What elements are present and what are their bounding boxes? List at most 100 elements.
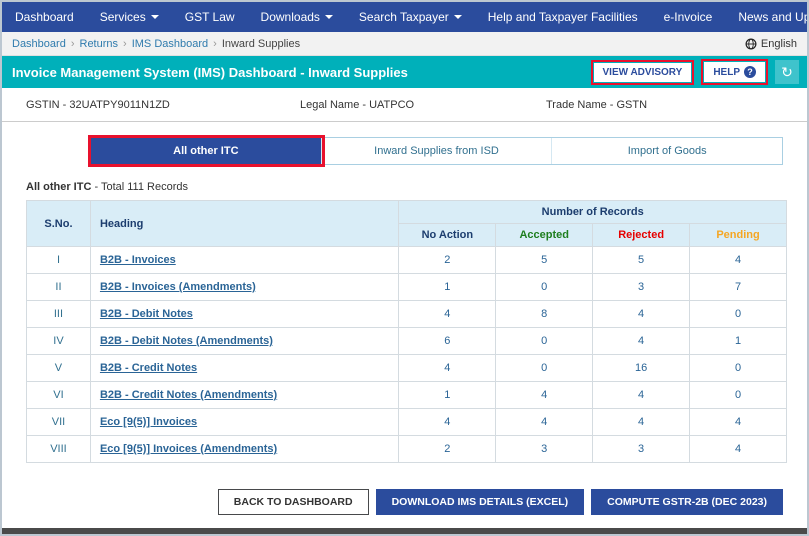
count-link-no-action[interactable]: 4 [444, 416, 450, 428]
count-link-accepted[interactable]: 0 [541, 335, 547, 347]
row-heading-link[interactable]: B2B - Debit Notes (Amendments) [100, 335, 273, 347]
count-link-no-action[interactable]: 4 [444, 362, 450, 374]
count-link-rejected[interactable]: 3 [638, 281, 644, 293]
question-mark-icon: ? [744, 66, 756, 78]
count-link-no-action[interactable]: 1 [444, 389, 450, 401]
count-link-no-action[interactable]: 1 [444, 281, 450, 293]
row-heading-link[interactable]: B2B - Debit Notes [100, 308, 193, 320]
row-count-cell: 4 [592, 327, 691, 355]
breadcrumb-separator: › [213, 37, 217, 50]
column-header-pending: Pending [689, 223, 787, 247]
nav-item-e-invoice[interactable]: e-Invoice [651, 2, 726, 32]
count-link-no-action[interactable]: 2 [444, 254, 450, 266]
breadcrumb-separator: › [123, 37, 127, 50]
count-link-pending[interactable]: 7 [735, 281, 741, 293]
count-link-pending[interactable]: 4 [735, 416, 741, 428]
nav-item-label: Services [99, 10, 146, 24]
nav-item-dashboard[interactable]: Dashboard [2, 2, 87, 32]
breadcrumb-current: Inward Supplies [221, 37, 301, 50]
view-advisory-button[interactable]: VIEW ADVISORY [593, 62, 692, 82]
breadcrumb-ims-dashboard[interactable]: IMS Dashboard [132, 38, 208, 50]
taxpayer-info-row: GSTIN - 32UATPY9011N1ZD Legal Name - UAT… [2, 88, 807, 122]
count-link-no-action[interactable]: 2 [444, 443, 450, 455]
row-heading: B2B - Credit Notes [89, 354, 400, 382]
row-heading-link[interactable]: B2B - Credit Notes [100, 362, 197, 374]
help-button-label: HELP [713, 66, 740, 78]
count-link-rejected[interactable]: 4 [638, 308, 644, 320]
breadcrumb: Dashboard › Returns › IMS Dashboard › In… [2, 32, 807, 56]
count-link-pending[interactable]: 0 [735, 362, 741, 374]
column-header-rejected: Rejected [592, 223, 691, 247]
row-count-cell: 4 [689, 408, 787, 436]
row-count-cell: 3 [592, 273, 691, 301]
row-count-cell: 4 [398, 354, 497, 382]
table-row: VI B2B - Credit Notes (Amendments) 1 4 4 0 [26, 381, 787, 409]
nav-item-downloads[interactable]: Downloads [248, 2, 346, 32]
ims-dashboard-page: Dashboard Services GST Law Downloads Sea… [0, 0, 809, 536]
trade-name-value: Trade Name - GSTN [546, 99, 648, 111]
row-count-cell: 4 [495, 408, 594, 436]
row-heading-link[interactable]: B2B - Invoices (Amendments) [100, 281, 256, 293]
caret-down-icon [453, 15, 462, 19]
row-count-cell: 6 [398, 327, 497, 355]
count-link-accepted[interactable]: 4 [541, 389, 547, 401]
row-heading-link[interactable]: B2B - Credit Notes (Amendments) [100, 389, 277, 401]
row-sno: I [26, 246, 91, 274]
breadcrumb-returns[interactable]: Returns [80, 38, 119, 50]
nav-item-services[interactable]: Services [87, 2, 172, 32]
count-link-rejected[interactable]: 4 [638, 416, 644, 428]
row-heading: B2B - Credit Notes (Amendments) [89, 381, 400, 409]
nav-item-search-taxpayer[interactable]: Search Taxpayer [346, 2, 475, 32]
count-link-accepted[interactable]: 0 [541, 362, 547, 374]
count-link-pending[interactable]: 4 [735, 443, 741, 455]
tab-all-other-itc[interactable]: All other ITC [91, 138, 322, 164]
count-link-pending[interactable]: 4 [735, 254, 741, 266]
nav-item-label: Search Taxpayer [358, 10, 449, 24]
count-link-accepted[interactable]: 8 [541, 308, 547, 320]
row-sno: IV [26, 327, 91, 355]
caret-down-icon [324, 15, 333, 19]
row-heading: B2B - Invoices (Amendments) [89, 273, 400, 301]
count-link-no-action[interactable]: 4 [444, 308, 450, 320]
count-link-accepted[interactable]: 4 [541, 416, 547, 428]
row-heading: B2B - Debit Notes [89, 300, 400, 328]
compute-gstr2b-button[interactable]: COMPUTE GSTR-2B (DEC 2023) [591, 489, 783, 515]
tab-import-of-goods[interactable]: Import of Goods [552, 138, 783, 164]
row-count-cell: 0 [495, 273, 594, 301]
row-sno: VIII [26, 435, 91, 463]
count-link-pending[interactable]: 0 [735, 389, 741, 401]
count-link-accepted[interactable]: 3 [541, 443, 547, 455]
refresh-button[interactable]: ↻ [775, 60, 799, 84]
count-link-rejected[interactable]: 3 [638, 443, 644, 455]
back-to-dashboard-button[interactable]: BACK TO DASHBOARD [217, 489, 369, 515]
count-link-no-action[interactable]: 6 [444, 335, 450, 347]
count-link-pending[interactable]: 0 [735, 308, 741, 320]
row-heading-link[interactable]: Eco [9(5)] Invoices [100, 416, 197, 428]
breadcrumb-dashboard[interactable]: Dashboard [12, 38, 66, 50]
nav-item-help-facilities[interactable]: Help and Taxpayer Facilities [475, 2, 651, 32]
count-link-rejected[interactable]: 16 [635, 362, 647, 374]
row-sno: III [26, 300, 91, 328]
row-heading-link[interactable]: B2B - Invoices [100, 254, 176, 266]
download-ims-details-button[interactable]: DOWNLOAD IMS DETAILS (EXCEL) [375, 489, 585, 515]
table-row: I B2B - Invoices 2 5 5 4 [26, 246, 787, 274]
row-count-cell: 4 [495, 381, 594, 409]
count-link-rejected[interactable]: 4 [638, 389, 644, 401]
nav-item-news-updates[interactable]: News and Updates [725, 2, 807, 32]
language-selector[interactable]: English [745, 38, 797, 50]
nav-item-gst-law[interactable]: GST Law [172, 2, 248, 32]
count-link-accepted[interactable]: 5 [541, 254, 547, 266]
count-link-pending[interactable]: 1 [735, 335, 741, 347]
tab-inward-supplies-isd[interactable]: Inward Supplies from ISD [321, 138, 553, 164]
row-heading-link[interactable]: Eco [9(5)] Invoices (Amendments) [100, 443, 277, 455]
row-count-cell: 1 [398, 381, 497, 409]
help-button[interactable]: HELP ? [704, 62, 765, 82]
count-link-rejected[interactable]: 4 [638, 335, 644, 347]
count-link-accepted[interactable]: 0 [541, 281, 547, 293]
count-link-rejected[interactable]: 5 [638, 254, 644, 266]
column-header-no-action: No Action [398, 223, 497, 247]
row-count-cell: 7 [689, 273, 787, 301]
table-row: VIII Eco [9(5)] Invoices (Amendments) 2 3 3 4 [26, 435, 787, 463]
column-header-accepted: Accepted [495, 223, 594, 247]
row-count-cell: 3 [495, 435, 594, 463]
